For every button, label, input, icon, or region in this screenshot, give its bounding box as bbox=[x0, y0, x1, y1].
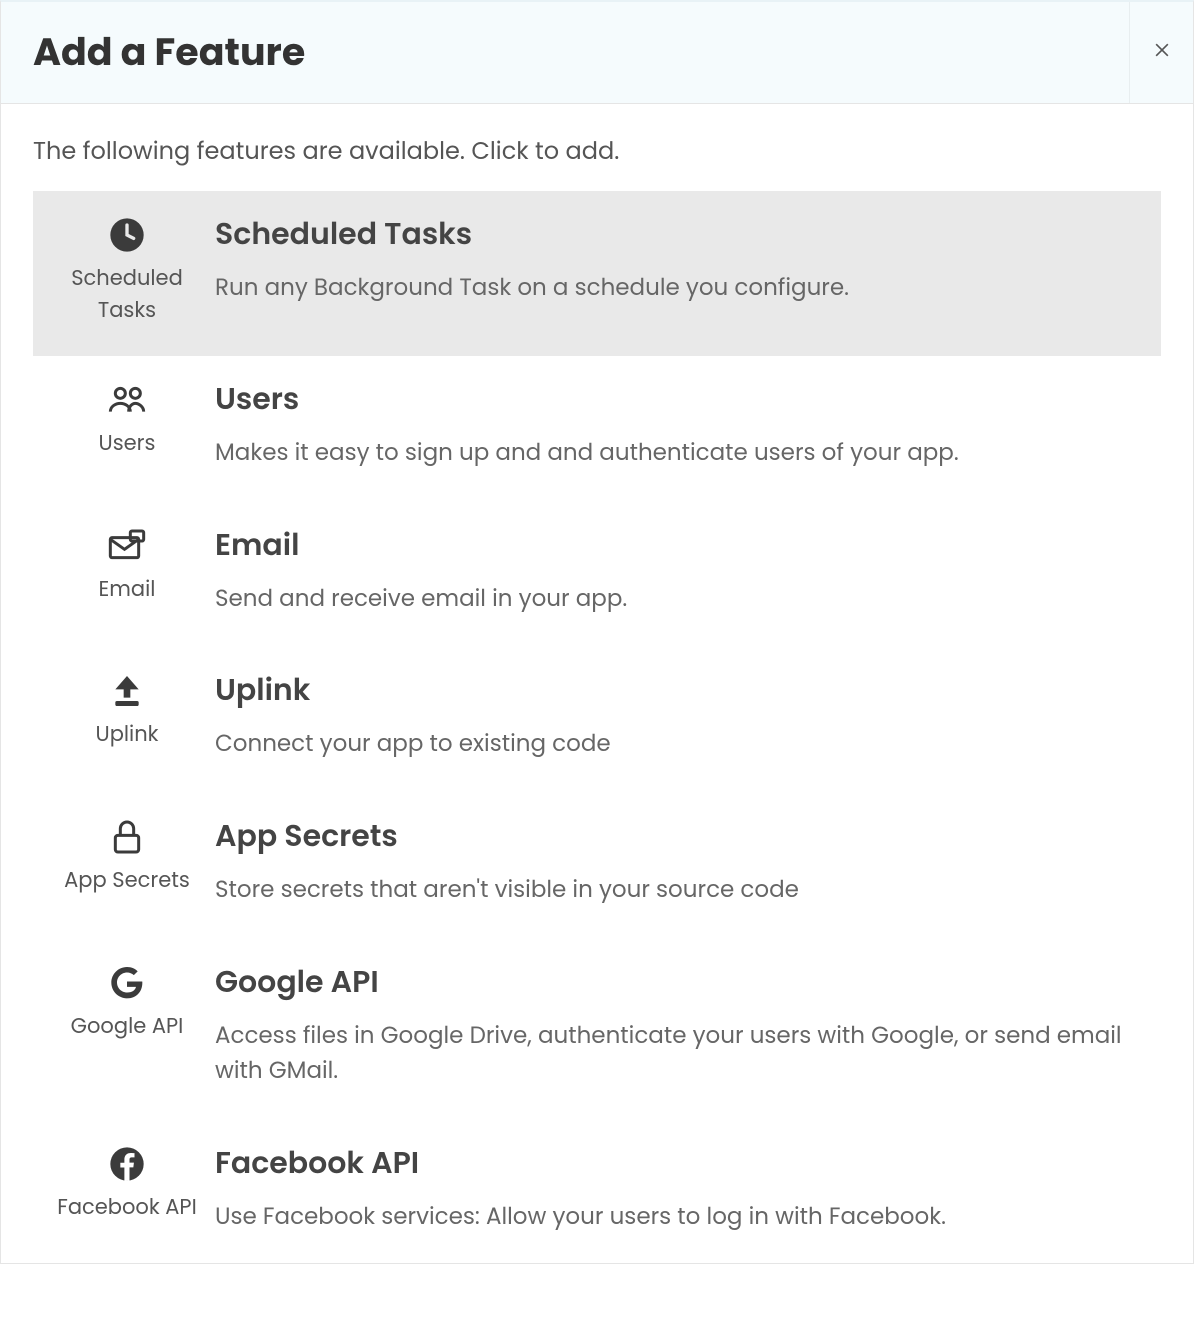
close-icon bbox=[1152, 36, 1172, 69]
feature-text: Uplink Connect your app to existing code bbox=[205, 667, 1145, 763]
dialog-body: The following features are available. Cl… bbox=[1, 104, 1193, 1263]
feature-scheduled-tasks[interactable]: Scheduled Tasks Scheduled Tasks Run any … bbox=[33, 191, 1161, 356]
feature-description: Access files in Google Drive, authentica… bbox=[215, 1019, 1145, 1090]
feature-description: Send and receive email in your app. bbox=[215, 582, 1145, 618]
feature-uplink[interactable]: Uplink Uplink Connect your app to existi… bbox=[33, 647, 1161, 793]
facebook-icon bbox=[105, 1142, 149, 1186]
google-icon bbox=[105, 961, 149, 1005]
feature-icon-col: Email bbox=[49, 522, 205, 606]
feature-text: Scheduled Tasks Run any Background Task … bbox=[205, 211, 1145, 307]
feature-title: Google API bbox=[215, 959, 1145, 1005]
feature-icon-col: Users bbox=[49, 376, 205, 460]
feature-list: Scheduled Tasks Scheduled Tasks Run any … bbox=[33, 191, 1161, 1243]
feature-text: Facebook API Use Facebook services: Allo… bbox=[205, 1140, 1145, 1236]
feature-icon-label: App Secrets bbox=[64, 865, 190, 897]
lock-icon bbox=[105, 815, 149, 859]
close-button[interactable] bbox=[1129, 2, 1193, 103]
feature-app-secrets[interactable]: App Secrets App Secrets Store secrets th… bbox=[33, 793, 1161, 939]
feature-title: Scheduled Tasks bbox=[215, 211, 1145, 257]
upload-icon bbox=[105, 669, 149, 713]
feature-title: Users bbox=[215, 376, 1145, 422]
feature-google-api[interactable]: Google API Google API Access files in Go… bbox=[33, 939, 1161, 1120]
feature-description: Use Facebook services: Allow your users … bbox=[215, 1200, 1145, 1236]
dialog-title: Add a Feature bbox=[33, 24, 305, 81]
feature-icon-col: Uplink bbox=[49, 667, 205, 751]
feature-title: Uplink bbox=[215, 667, 1145, 713]
email-icon bbox=[105, 524, 149, 568]
feature-icon-col: Scheduled Tasks bbox=[49, 211, 205, 326]
dialog-header: Add a Feature bbox=[1, 2, 1193, 104]
feature-text: Google API Access files in Google Drive,… bbox=[205, 959, 1145, 1090]
feature-text: App Secrets Store secrets that aren't vi… bbox=[205, 813, 1145, 909]
feature-icon-label: Facebook API bbox=[57, 1192, 197, 1224]
feature-icon-col: App Secrets bbox=[49, 813, 205, 897]
feature-title: App Secrets bbox=[215, 813, 1145, 859]
feature-description: Store secrets that aren't visible in you… bbox=[215, 873, 1145, 909]
feature-email[interactable]: Email Email Send and receive email in yo… bbox=[33, 502, 1161, 648]
feature-title: Facebook API bbox=[215, 1140, 1145, 1186]
feature-facebook-api[interactable]: Facebook API Facebook API Use Facebook s… bbox=[33, 1120, 1161, 1244]
feature-icon-label: Email bbox=[99, 574, 156, 606]
feature-icon-label: Google API bbox=[71, 1011, 184, 1043]
feature-icon-label: Users bbox=[99, 428, 156, 460]
clock-icon bbox=[105, 213, 149, 257]
feature-description: Makes it easy to sign up and and authent… bbox=[215, 436, 1145, 472]
feature-text: Email Send and receive email in your app… bbox=[205, 522, 1145, 618]
feature-icon-col: Google API bbox=[49, 959, 205, 1043]
feature-text: Users Makes it easy to sign up and and a… bbox=[205, 376, 1145, 472]
feature-users[interactable]: Users Users Makes it easy to sign up and… bbox=[33, 356, 1161, 502]
feature-icon-label: Scheduled Tasks bbox=[49, 263, 205, 326]
feature-icon-label: Uplink bbox=[96, 719, 159, 751]
add-feature-dialog: Add a Feature The following features are… bbox=[0, 0, 1194, 1264]
feature-title: Email bbox=[215, 522, 1145, 568]
feature-description: Run any Background Task on a schedule yo… bbox=[215, 271, 1145, 307]
feature-description: Connect your app to existing code bbox=[215, 727, 1145, 763]
intro-text: The following features are available. Cl… bbox=[33, 134, 1161, 169]
feature-icon-col: Facebook API bbox=[49, 1140, 205, 1224]
users-icon bbox=[105, 378, 149, 422]
